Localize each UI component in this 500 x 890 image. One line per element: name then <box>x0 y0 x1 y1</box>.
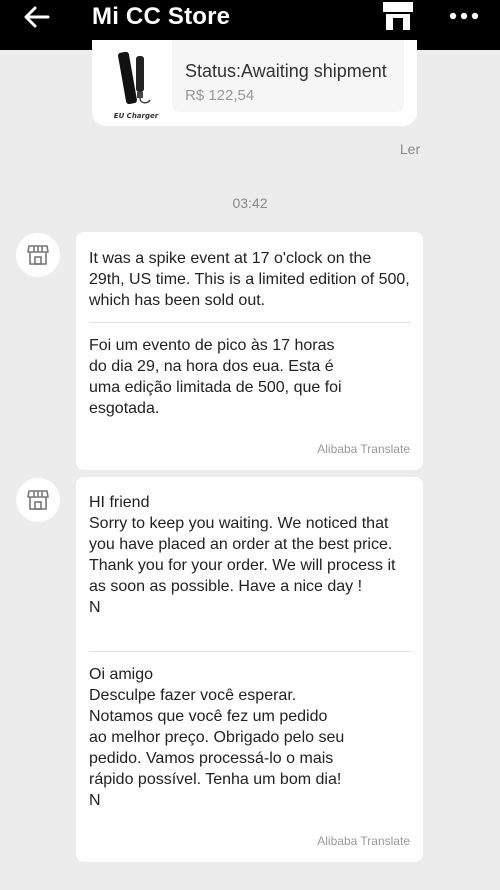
translation-divider <box>89 322 411 323</box>
message-original-text: It was a spike event at 17 o'clock on th… <box>89 250 410 309</box>
shop-icon <box>27 490 49 510</box>
store-title: Mi CC Store <box>92 3 231 30</box>
order-status: Status:Awaiting shipment <box>185 61 387 81</box>
shop-icon <box>27 245 49 265</box>
translation-divider <box>89 651 411 652</box>
tv-stick-image <box>118 51 151 104</box>
back-button[interactable] <box>20 3 54 33</box>
message-translated-text: Foi um evento de pico às 17 horas do dia… <box>89 337 342 417</box>
product-thumbnail: EU Charger <box>106 50 166 120</box>
seller-avatar[interactable] <box>16 233 60 277</box>
message-translated-text: Oi amigo Desculpe fazer você esperar. No… <box>89 666 345 809</box>
store-icon <box>383 2 413 30</box>
translation-source: Alibaba Translate <box>317 442 410 456</box>
order-info: Status:Awaiting shipment R$ 122,54 <box>172 40 404 112</box>
arrow-left-icon <box>24 6 50 28</box>
message-original-text: HI friend Sorry to keep you waiting. We … <box>89 494 396 616</box>
order-price: R$ 122,54 <box>185 87 255 104</box>
more-dots-icon <box>449 12 479 20</box>
message-bubble[interactable]: It was a spike event at 17 o'clock on th… <box>76 232 423 470</box>
store-button[interactable] <box>380 2 416 32</box>
message-timestamp: 03:42 <box>232 195 268 211</box>
read-receipt: Ler <box>399 141 421 157</box>
translation-source: Alibaba Translate <box>317 834 410 848</box>
order-card[interactable]: EU Charger Status:Awaiting shipment R$ 1… <box>92 40 417 126</box>
more-options-button[interactable] <box>448 6 484 26</box>
seller-avatar[interactable] <box>16 478 60 522</box>
product-thumb-label: EU Charger <box>113 112 159 120</box>
message-bubble[interactable]: HI friend Sorry to keep you waiting. We … <box>76 477 423 862</box>
